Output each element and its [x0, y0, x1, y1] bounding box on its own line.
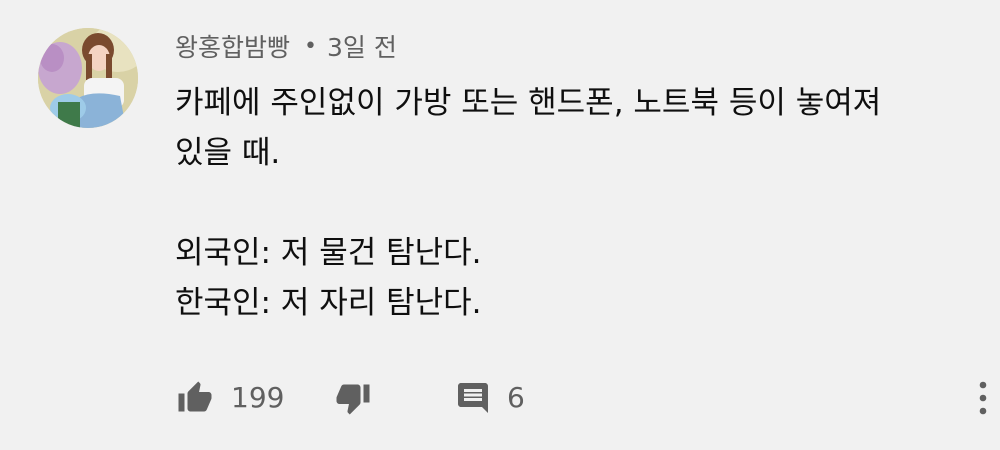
comment-text: 카페에 주인없이 가방 또는 핸드폰, 노트북 등이 놓여져 있을 때. 외국인…: [175, 78, 975, 328]
comment-blank-line: [175, 178, 975, 228]
like-button[interactable]: [175, 378, 215, 418]
comment-line: 한국인: 저 자리 탐난다.: [175, 285, 482, 321]
like-count: 199: [231, 381, 285, 414]
separator-dot: •: [304, 33, 317, 59]
reply-button[interactable]: [453, 378, 493, 418]
comment-header: 왕홍합밤빵 • 3일 전: [175, 28, 397, 64]
avatar[interactable]: [38, 28, 138, 128]
reply-count: 6: [507, 381, 525, 414]
comment-line: 카페에 주인없이 가방 또는 핸드폰, 노트북 등이 놓여져: [175, 85, 882, 121]
comment-timestamp[interactable]: 3일 전: [327, 28, 397, 64]
dislike-button[interactable]: [333, 378, 373, 418]
more-options-button[interactable]: [966, 378, 1000, 418]
thumbs-up-icon: [178, 381, 212, 412]
comment-actions: 199 6: [175, 378, 525, 418]
comment-line: 있을 때.: [175, 135, 281, 171]
comment-line: 외국인: 저 물건 탐난다.: [175, 235, 482, 271]
thumbs-down-icon: [336, 384, 370, 415]
comment-icon: [458, 383, 488, 413]
more-vert-icon: [979, 381, 987, 415]
author-name[interactable]: 왕홍합밤빵: [175, 28, 290, 64]
